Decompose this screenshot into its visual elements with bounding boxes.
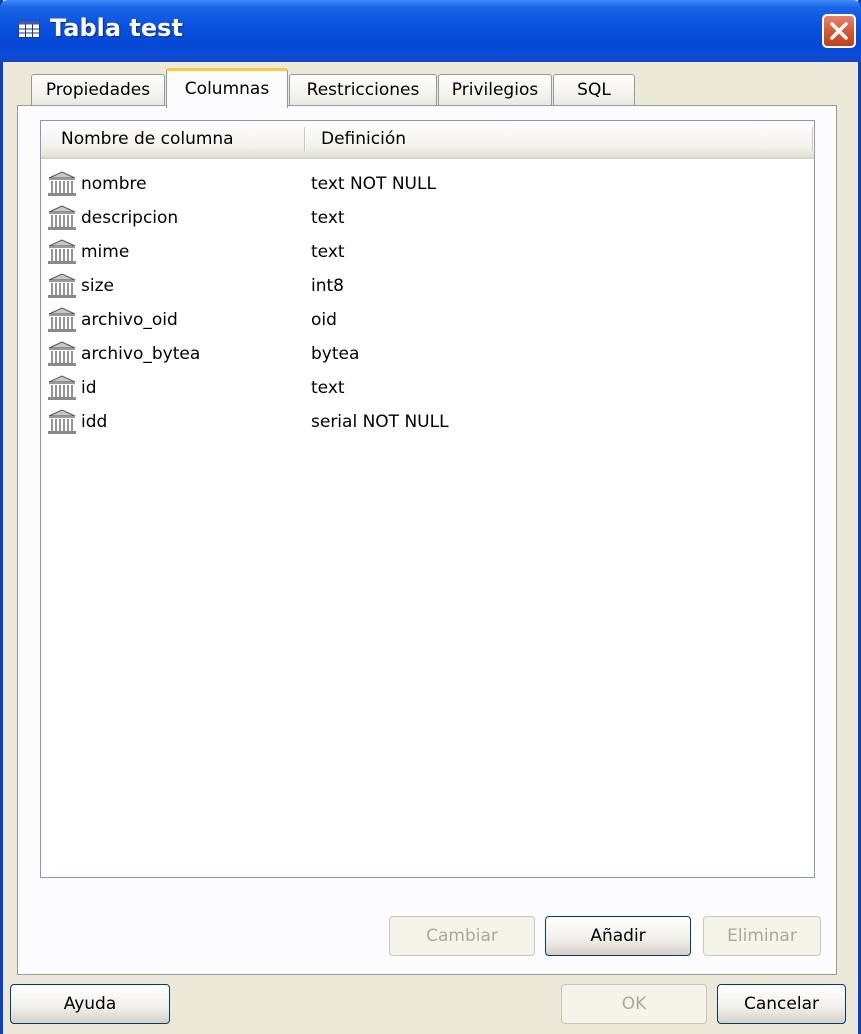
column-name: nombre [81, 174, 147, 194]
column-name: id [81, 378, 97, 398]
tab-propiedades[interactable]: Propiedades [31, 74, 165, 106]
column-header-definition[interactable]: Definición [321, 121, 406, 157]
list-item[interactable]: mime text [41, 235, 814, 269]
tab-panel-columnas: Nombre de columna Definición nombre text… [17, 105, 837, 975]
columns-list[interactable]: Nombre de columna Definición nombre text… [40, 120, 815, 878]
list-item[interactable]: nombre text NOT NULL [41, 167, 814, 201]
change-button[interactable]: Cambiar [389, 916, 535, 956]
tab-sql[interactable]: SQL [553, 74, 635, 106]
column-definition: text [311, 242, 345, 262]
column-definition: int8 [311, 276, 344, 296]
column-definition: text NOT NULL [311, 174, 436, 194]
column-icon [48, 205, 76, 230]
column-icon [48, 273, 76, 298]
column-icon [48, 239, 76, 264]
column-definition: bytea [311, 344, 360, 364]
tab-privilegios[interactable]: Privilegios [438, 74, 552, 106]
title-bar[interactable]: Tabla test [0, 0, 861, 62]
column-icon [48, 171, 76, 196]
column-icon [48, 375, 76, 400]
list-header: Nombre de columna Definición [41, 121, 814, 159]
list-item[interactable]: idd serial NOT NULL [41, 405, 814, 439]
column-definition: text [311, 208, 345, 228]
column-separator[interactable] [304, 127, 305, 151]
window-title: Tabla test [50, 14, 183, 42]
column-separator[interactable] [812, 127, 813, 151]
column-icon [48, 409, 76, 434]
column-definition: text [311, 378, 345, 398]
column-header-name[interactable]: Nombre de columna [61, 121, 234, 157]
column-definition: serial NOT NULL [311, 412, 449, 432]
column-icon [48, 307, 76, 332]
cancel-button[interactable]: Cancelar [717, 984, 846, 1024]
dialog-window: Tabla test Propiedades Columnas Restricc… [0, 0, 861, 1034]
table-icon [18, 20, 40, 38]
close-button[interactable] [822, 14, 856, 48]
tab-restricciones[interactable]: Restricciones [289, 74, 437, 106]
tab-strip: Propiedades Columnas Restricciones Privi… [3, 62, 858, 108]
list-item[interactable]: size int8 [41, 269, 814, 303]
tab-columnas[interactable]: Columnas [166, 68, 288, 108]
list-item[interactable]: archivo_oid oid [41, 303, 814, 337]
remove-button[interactable]: Eliminar [703, 916, 821, 956]
list-item[interactable]: id text [41, 371, 814, 405]
column-definition: oid [311, 310, 337, 330]
column-name: mime [81, 242, 130, 262]
close-icon [830, 22, 848, 40]
column-name: descripcion [81, 208, 179, 228]
help-button[interactable]: Ayuda [10, 984, 170, 1024]
column-icon [48, 341, 76, 366]
column-name: archivo_bytea [81, 344, 201, 364]
list-item[interactable]: archivo_bytea bytea [41, 337, 814, 371]
list-item[interactable]: descripcion text [41, 201, 814, 235]
column-name: archivo_oid [81, 310, 178, 330]
add-button[interactable]: Añadir [545, 916, 691, 956]
ok-button[interactable]: OK [561, 984, 707, 1024]
column-name: idd [81, 412, 108, 432]
column-name: size [81, 276, 114, 296]
